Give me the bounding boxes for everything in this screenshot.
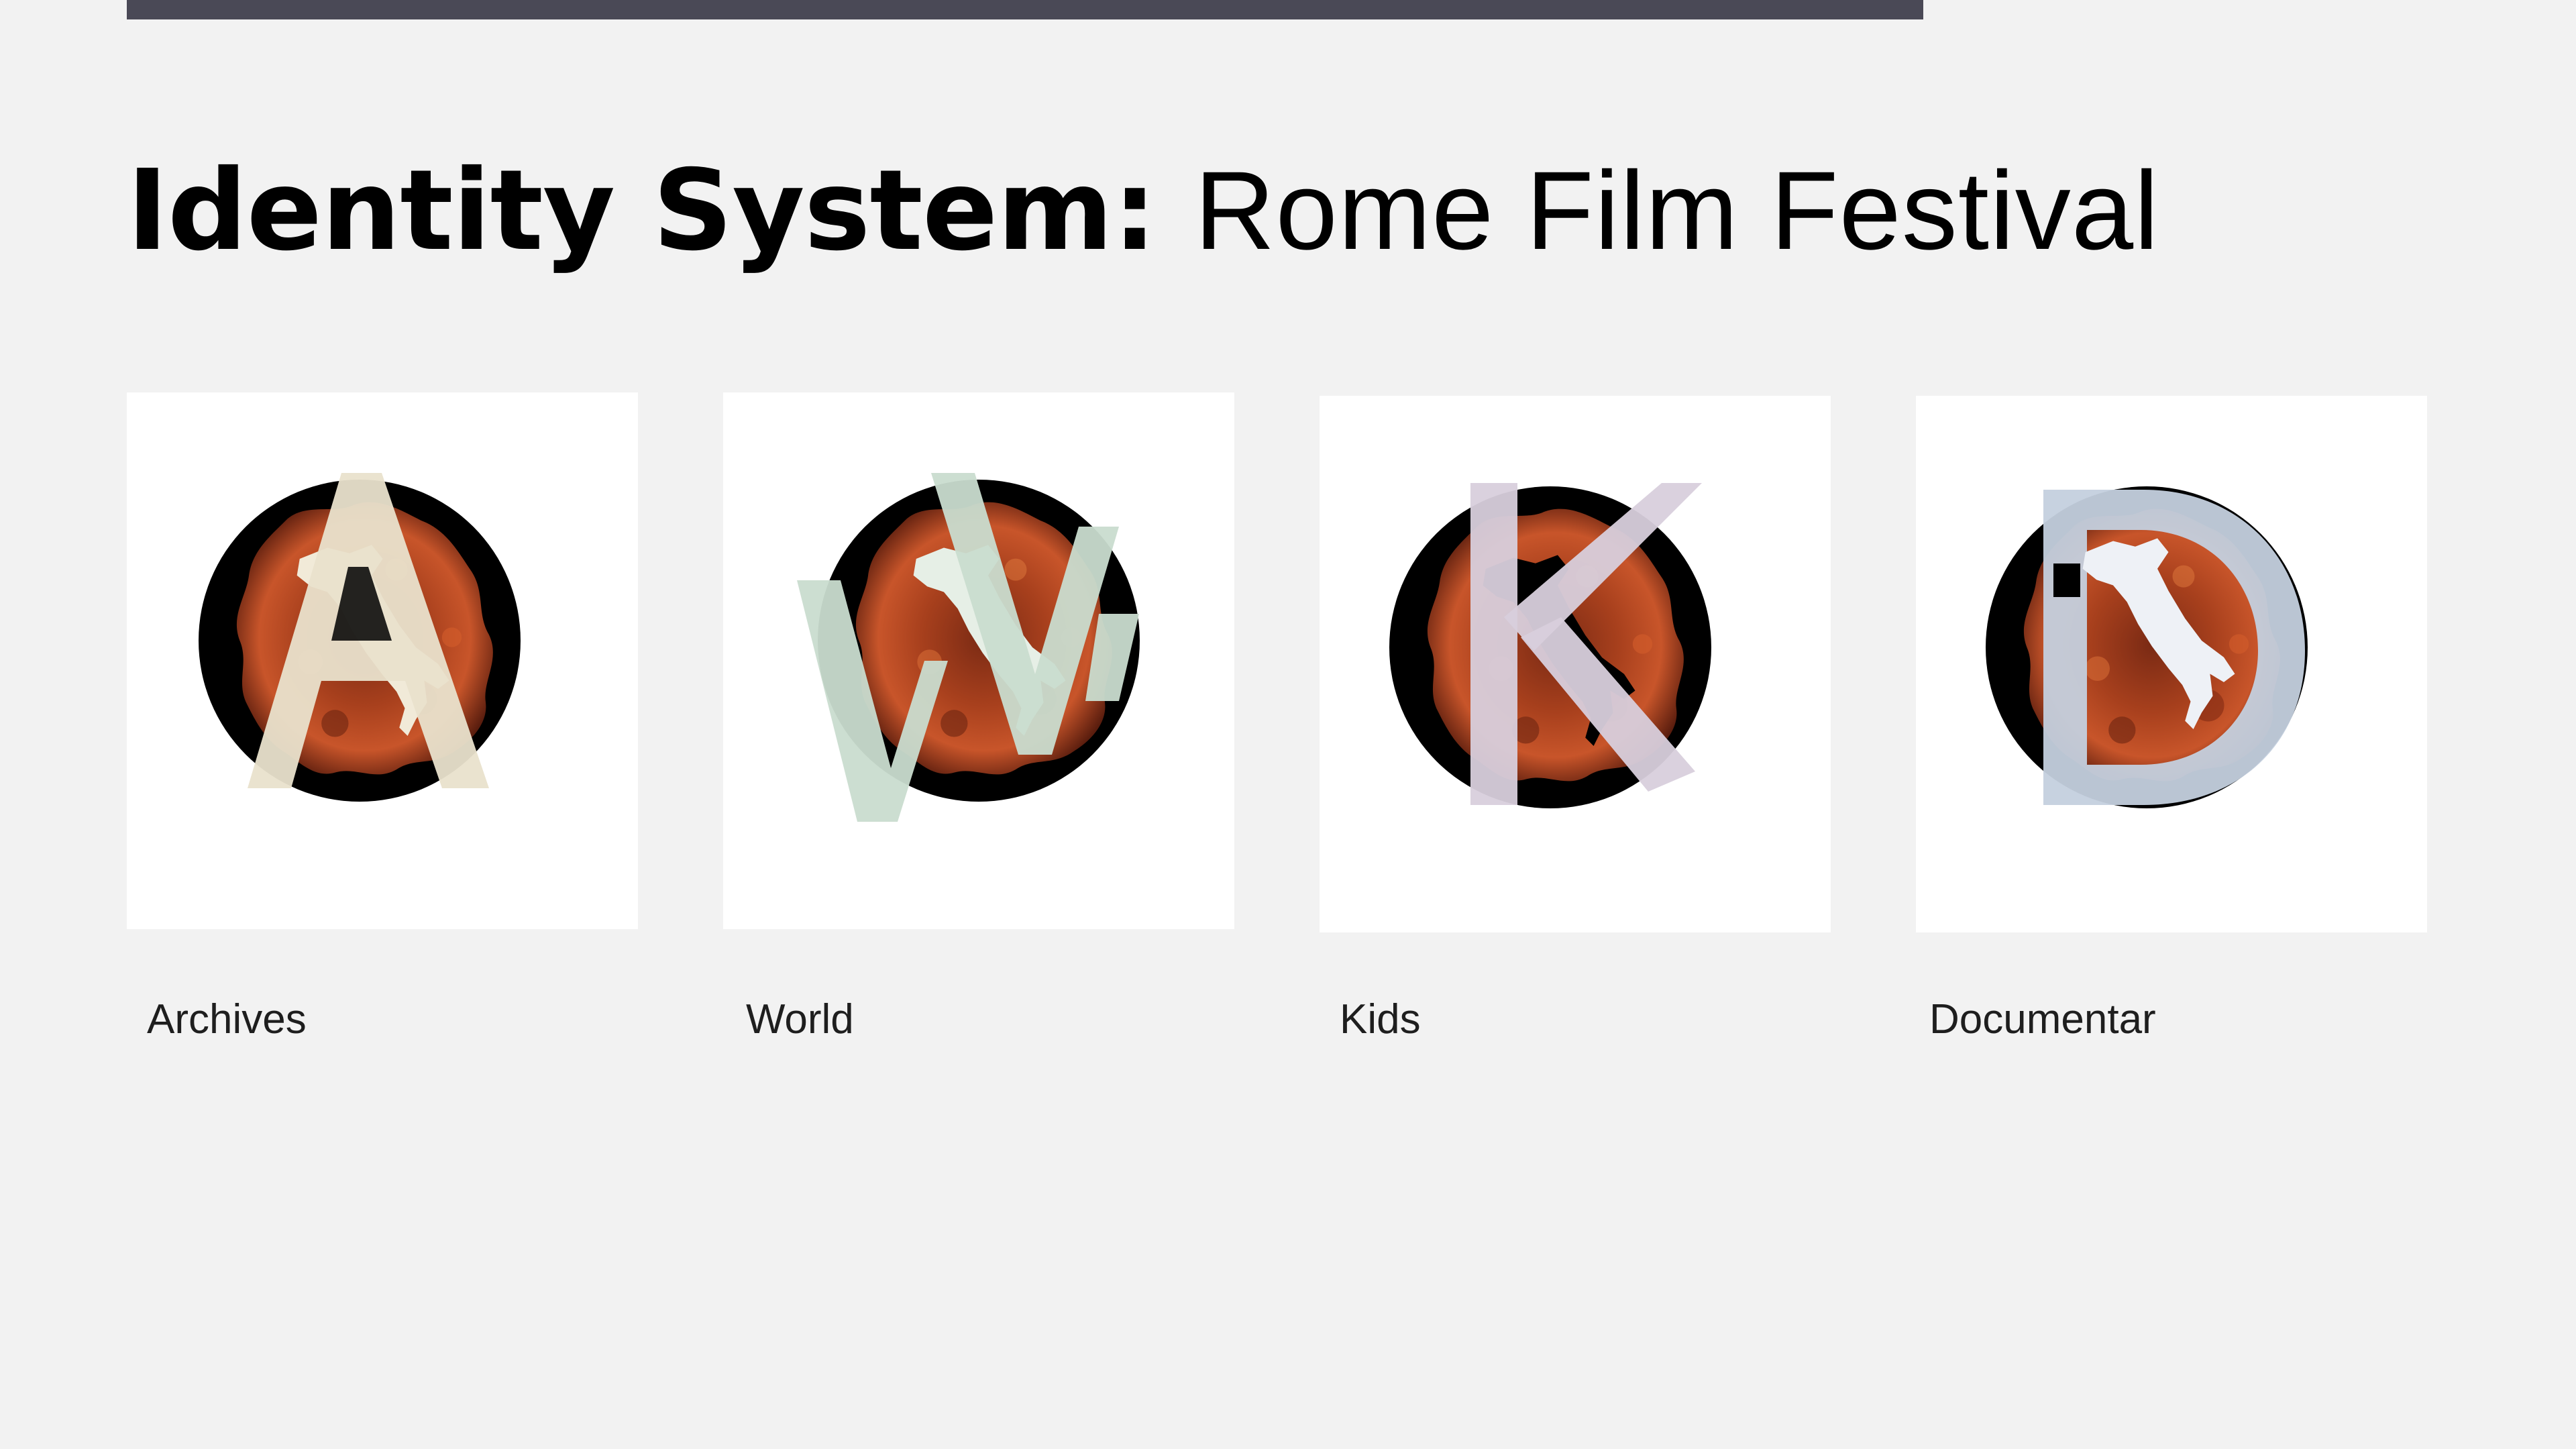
card-archives bbox=[127, 392, 638, 929]
page-title-light: Rome Film Festival bbox=[1194, 149, 2160, 273]
card-kids bbox=[1320, 396, 1831, 932]
page-title: Identity System: Rome Film Festival bbox=[127, 144, 2159, 278]
letter-k-icon bbox=[1389, 483, 1711, 808]
card-label-kids: Kids bbox=[1340, 996, 1421, 1042]
card-label-world: World bbox=[746, 996, 854, 1042]
card-label-documentar: Documentar bbox=[1929, 996, 2156, 1042]
letter-a-icon bbox=[199, 473, 521, 802]
card-documentar bbox=[1916, 396, 2427, 932]
letter-w-icon bbox=[797, 473, 1140, 822]
letter-d-icon bbox=[1986, 486, 2308, 808]
top-bar bbox=[127, 0, 1923, 19]
card-label-archives: Archives bbox=[147, 996, 307, 1042]
card-world bbox=[723, 392, 1234, 929]
page-title-bold: Identity System: bbox=[127, 146, 1157, 276]
